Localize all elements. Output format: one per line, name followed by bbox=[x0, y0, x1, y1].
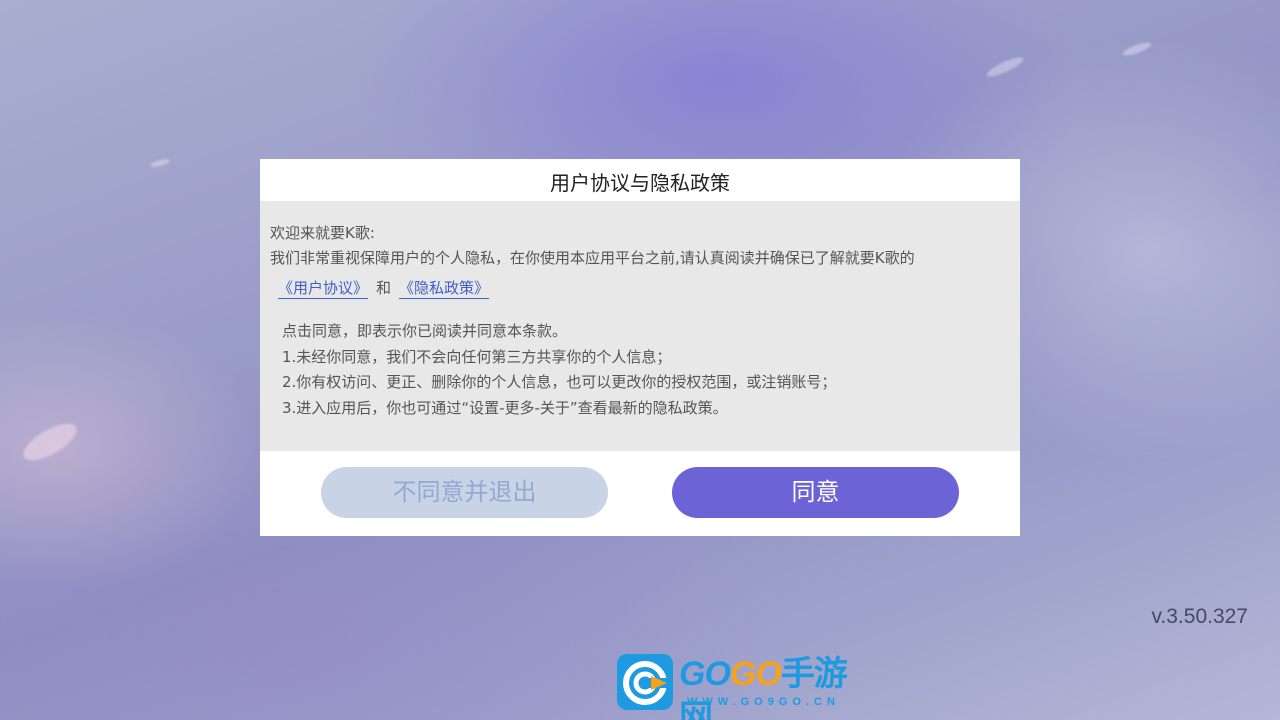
background-sparkle bbox=[1121, 40, 1153, 58]
terms-item: 3.进入应用后，你也可通过“设置-更多-关于”查看最新的隐私政策。 bbox=[282, 398, 728, 417]
disagree-exit-button[interactable]: 不同意并退出 bbox=[321, 467, 608, 518]
background-sparkle bbox=[984, 54, 1026, 80]
background-sparkle bbox=[149, 157, 171, 169]
privacy-dialog: 用户协议与隐私政策 欢迎来就要K歌: 我们非常重视保障用户的个人隐私，在你使用本… bbox=[260, 159, 1020, 536]
version-label: v.3.50.327 bbox=[1151, 605, 1248, 628]
intro-text: 我们非常重视保障用户的个人隐私，在你使用本应用平台之前,请认真阅读并确保已了解就… bbox=[270, 249, 915, 267]
watermark-go-2: GO bbox=[729, 655, 782, 693]
watermark-go-1: GO bbox=[679, 655, 731, 693]
privacy-policy-link[interactable]: 《隐私政策》 bbox=[399, 279, 490, 299]
terms-item: 点击同意，即表示你已阅读并同意本条款。 bbox=[282, 322, 568, 340]
watermark-logo-icon bbox=[617, 654, 673, 710]
agreement-links: 《用户协议》和《隐私政策》 bbox=[278, 278, 490, 299]
and-text: 和 bbox=[376, 279, 392, 297]
terms-item: 1.未经你同意，我们不会向任何第三方共享你的个人信息； bbox=[282, 347, 672, 366]
user-agreement-link[interactable]: 《用户协议》 bbox=[278, 279, 369, 299]
background-sparkle bbox=[18, 416, 82, 468]
site-watermark: GOGO手游网 WWW.GO9GO.CN bbox=[617, 652, 867, 720]
dialog-title: 用户协议与隐私政策 bbox=[260, 159, 1020, 201]
dialog-body: 欢迎来就要K歌: 我们非常重视保障用户的个人隐私，在你使用本应用平台之前,请认真… bbox=[260, 201, 1020, 451]
watermark-wordmark: GOGO手游网 bbox=[679, 652, 867, 720]
agree-button[interactable]: 同意 bbox=[672, 467, 959, 518]
welcome-text: 欢迎来就要K歌: bbox=[270, 224, 375, 242]
terms-list: 点击同意，即表示你已阅读并同意本条款。 1.未经你同意，我们不会向任何第三方共享… bbox=[282, 319, 836, 421]
watermark-url: WWW.GO9GO.CN bbox=[687, 696, 840, 708]
terms-item: 2.你有权访问、更正、删除你的个人信息，也可以更改你的授权范围，或注销账号； bbox=[282, 373, 837, 391]
